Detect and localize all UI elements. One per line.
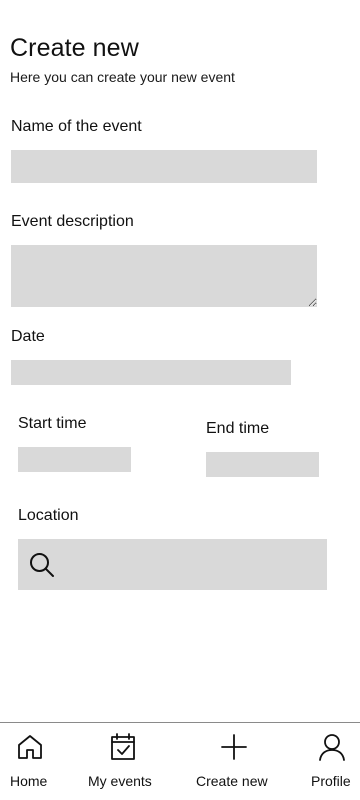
user-icon (319, 734, 345, 761)
page-title: Create new (10, 34, 139, 62)
location-label: Location (18, 507, 79, 524)
end-time-label: End time (206, 420, 270, 437)
nav-label-home: Home (10, 773, 48, 789)
nav-label-profile: Profile (311, 773, 351, 789)
plus-icon (221, 734, 247, 760)
date-label: Date (11, 328, 45, 345)
event-name-input[interactable] (11, 150, 317, 183)
page-subtitle: Here you can create your new event (10, 69, 235, 85)
nav-label-create-new: Create new (196, 773, 268, 789)
start-time-label: Start time (18, 415, 87, 432)
date-input[interactable] (11, 360, 291, 385)
nav-item-create-new[interactable]: Create new (190, 723, 280, 800)
bottom-navigation: Home My events Create new Profile (0, 722, 360, 800)
event-description-label: Event description (11, 213, 134, 230)
calendar-check-icon (111, 733, 135, 760)
event-description-input[interactable] (11, 245, 317, 307)
location-search-field[interactable] (18, 539, 327, 590)
event-name-label: Name of the event (11, 118, 142, 135)
nav-item-home[interactable]: Home (0, 723, 60, 800)
start-time-input[interactable] (18, 447, 131, 472)
search-icon[interactable] (28, 551, 56, 579)
end-time-input[interactable] (206, 452, 319, 477)
nav-label-my-events: My events (88, 773, 152, 789)
nav-item-my-events[interactable]: My events (80, 723, 170, 800)
nav-item-profile[interactable]: Profile (300, 723, 360, 800)
home-icon (18, 735, 42, 759)
